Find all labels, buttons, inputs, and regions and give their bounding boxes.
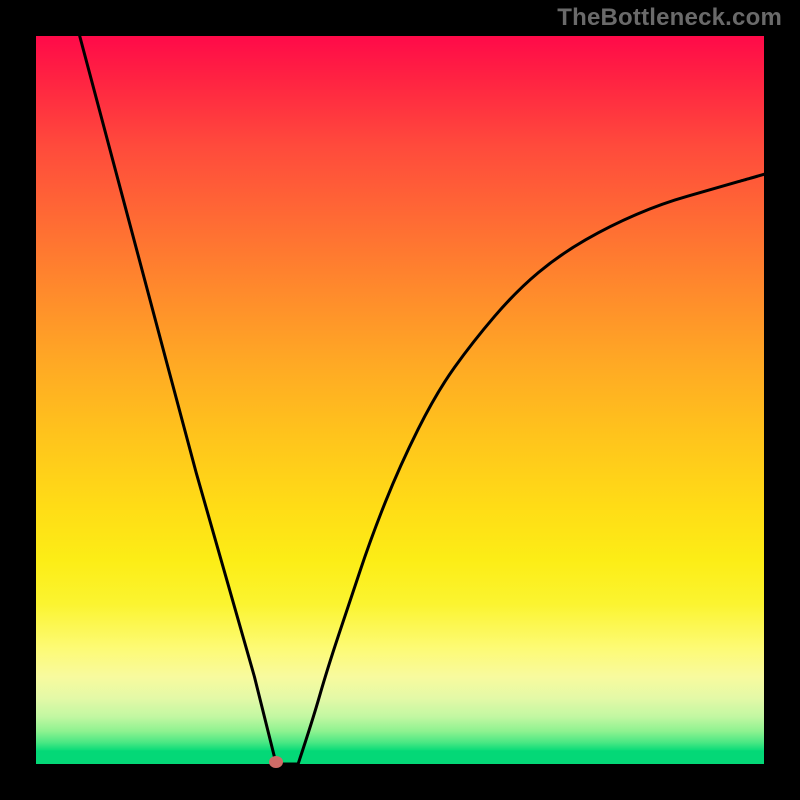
bottleneck-curve (36, 36, 764, 764)
watermark-label: TheBottleneck.com (557, 4, 782, 32)
curve-path (80, 36, 764, 764)
minimum-marker (269, 756, 283, 768)
chart-frame: TheBottleneck.com (0, 0, 800, 800)
